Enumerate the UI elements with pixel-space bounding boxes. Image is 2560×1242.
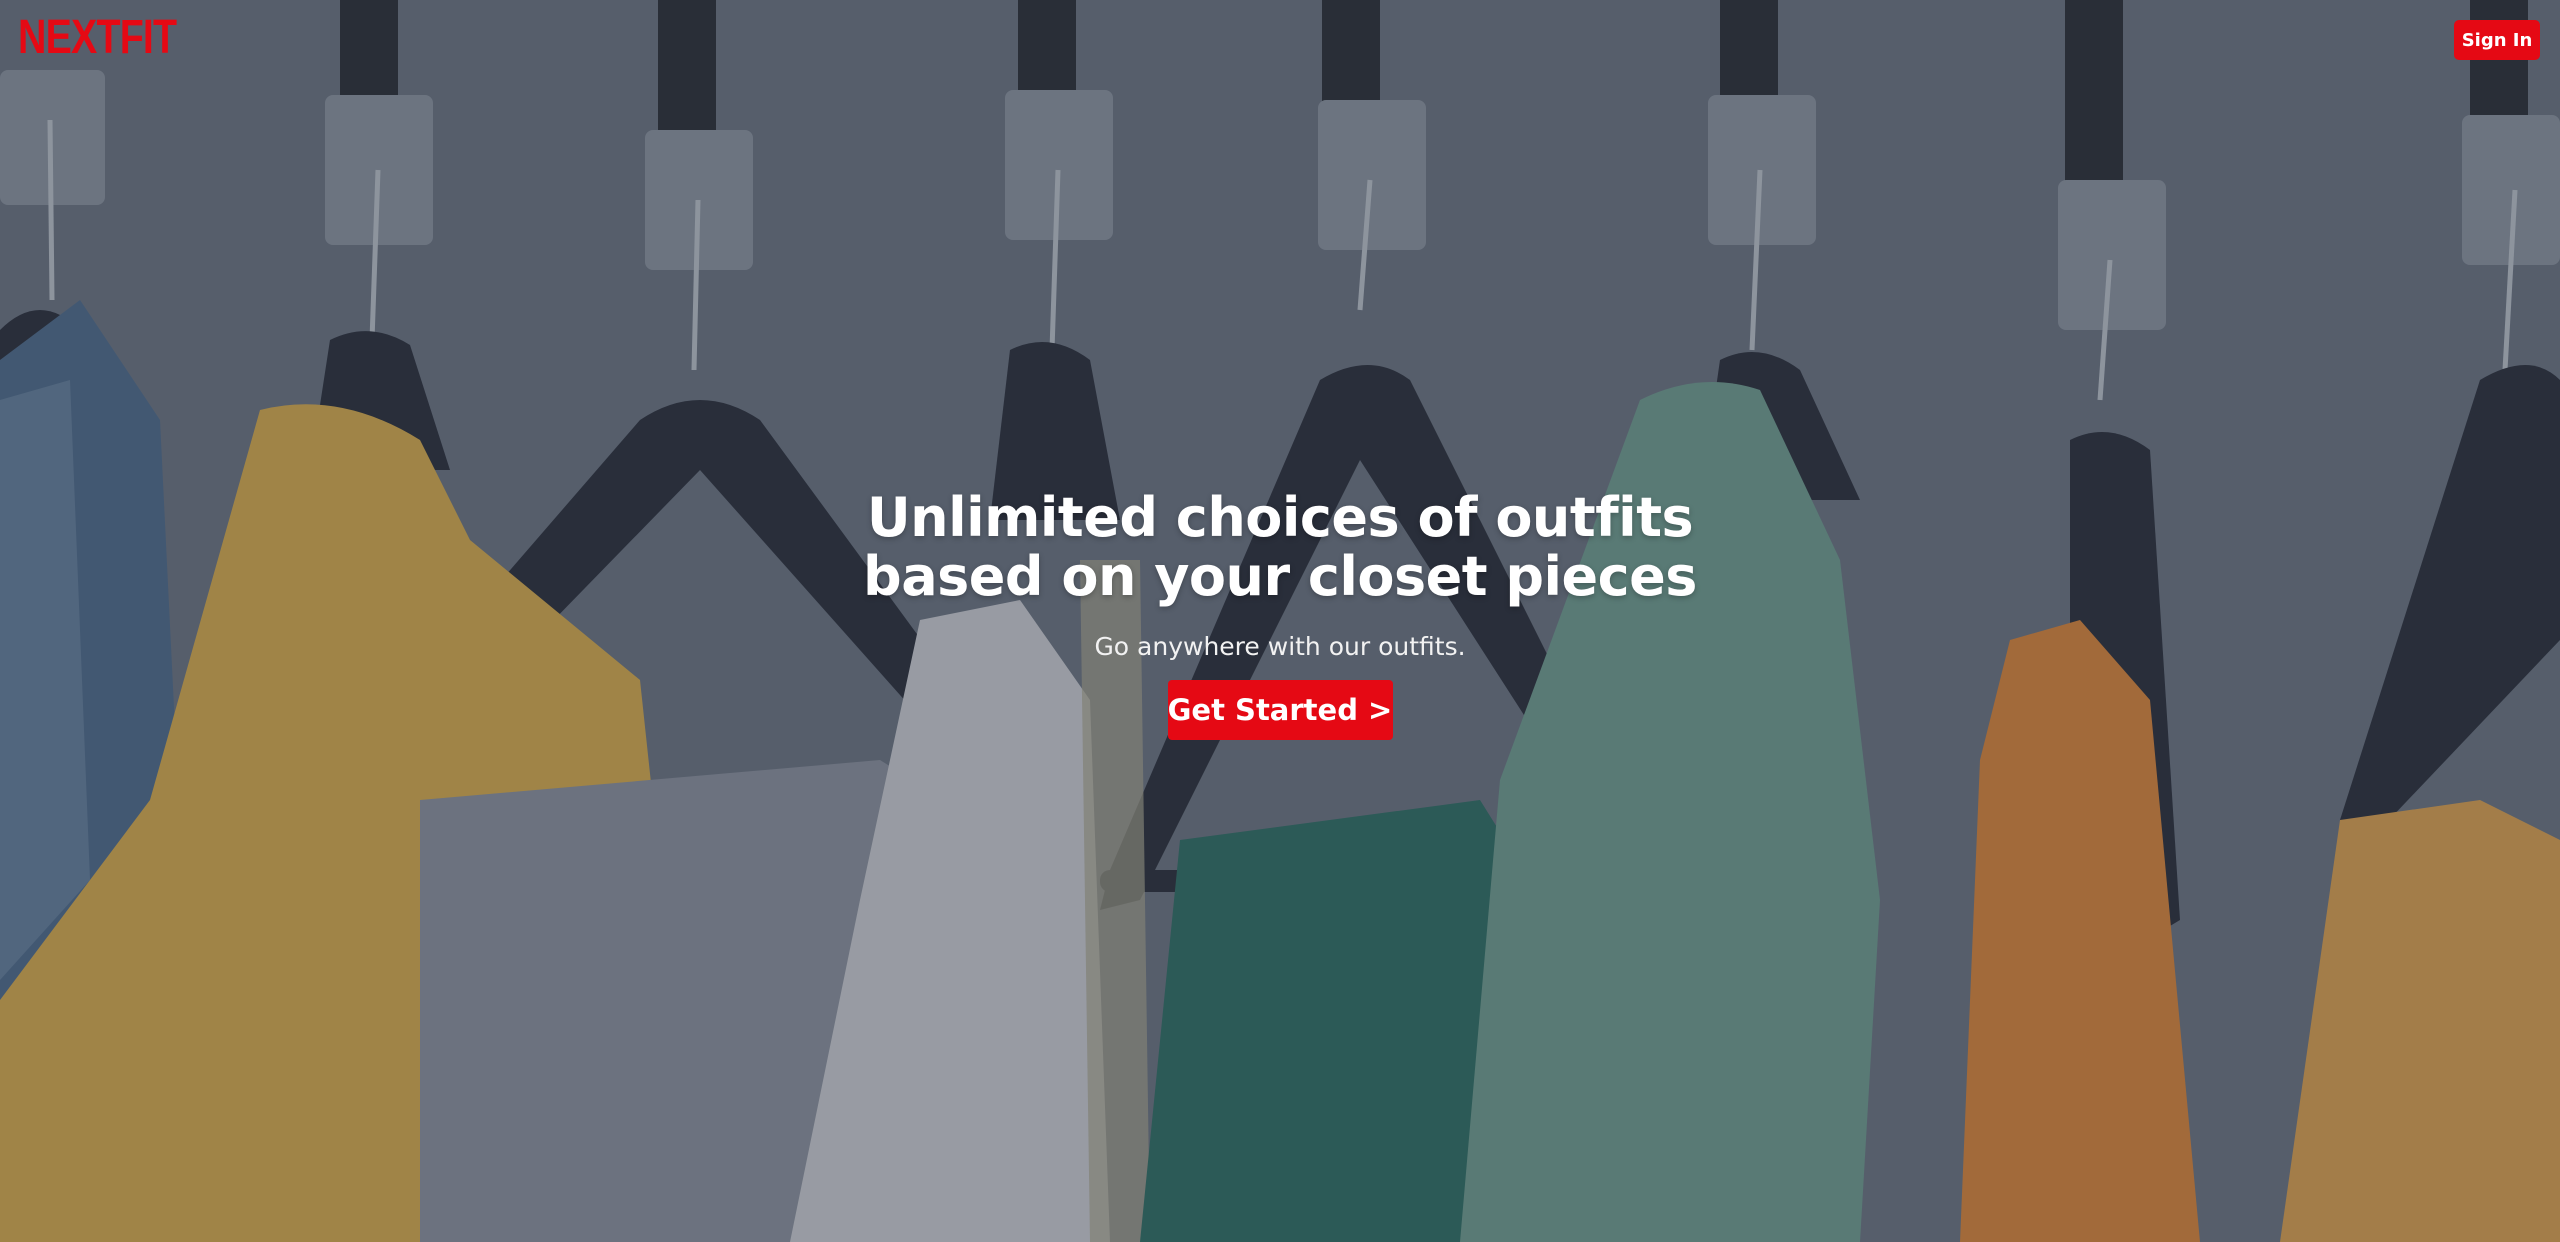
- hero-headline-line-1: Unlimited choices of outfits: [866, 486, 1694, 549]
- hero-section: NEXTFIT Sign In Unlimited choices of out…: [0, 0, 2560, 1242]
- sign-in-button[interactable]: Sign In: [2454, 20, 2540, 60]
- get-started-button[interactable]: Get Started >: [1167, 680, 1393, 740]
- hero-headline: Unlimited choices of outfits based on yo…: [830, 488, 1730, 606]
- nextfit-logo[interactable]: NEXTFIT: [18, 14, 177, 62]
- hero-subtitle: Go anywhere with our outfits.: [1094, 632, 1466, 661]
- hero-headline-line-2: based on your closet pieces: [863, 545, 1697, 608]
- hero-content: Unlimited choices of outfits based on yo…: [0, 488, 2560, 740]
